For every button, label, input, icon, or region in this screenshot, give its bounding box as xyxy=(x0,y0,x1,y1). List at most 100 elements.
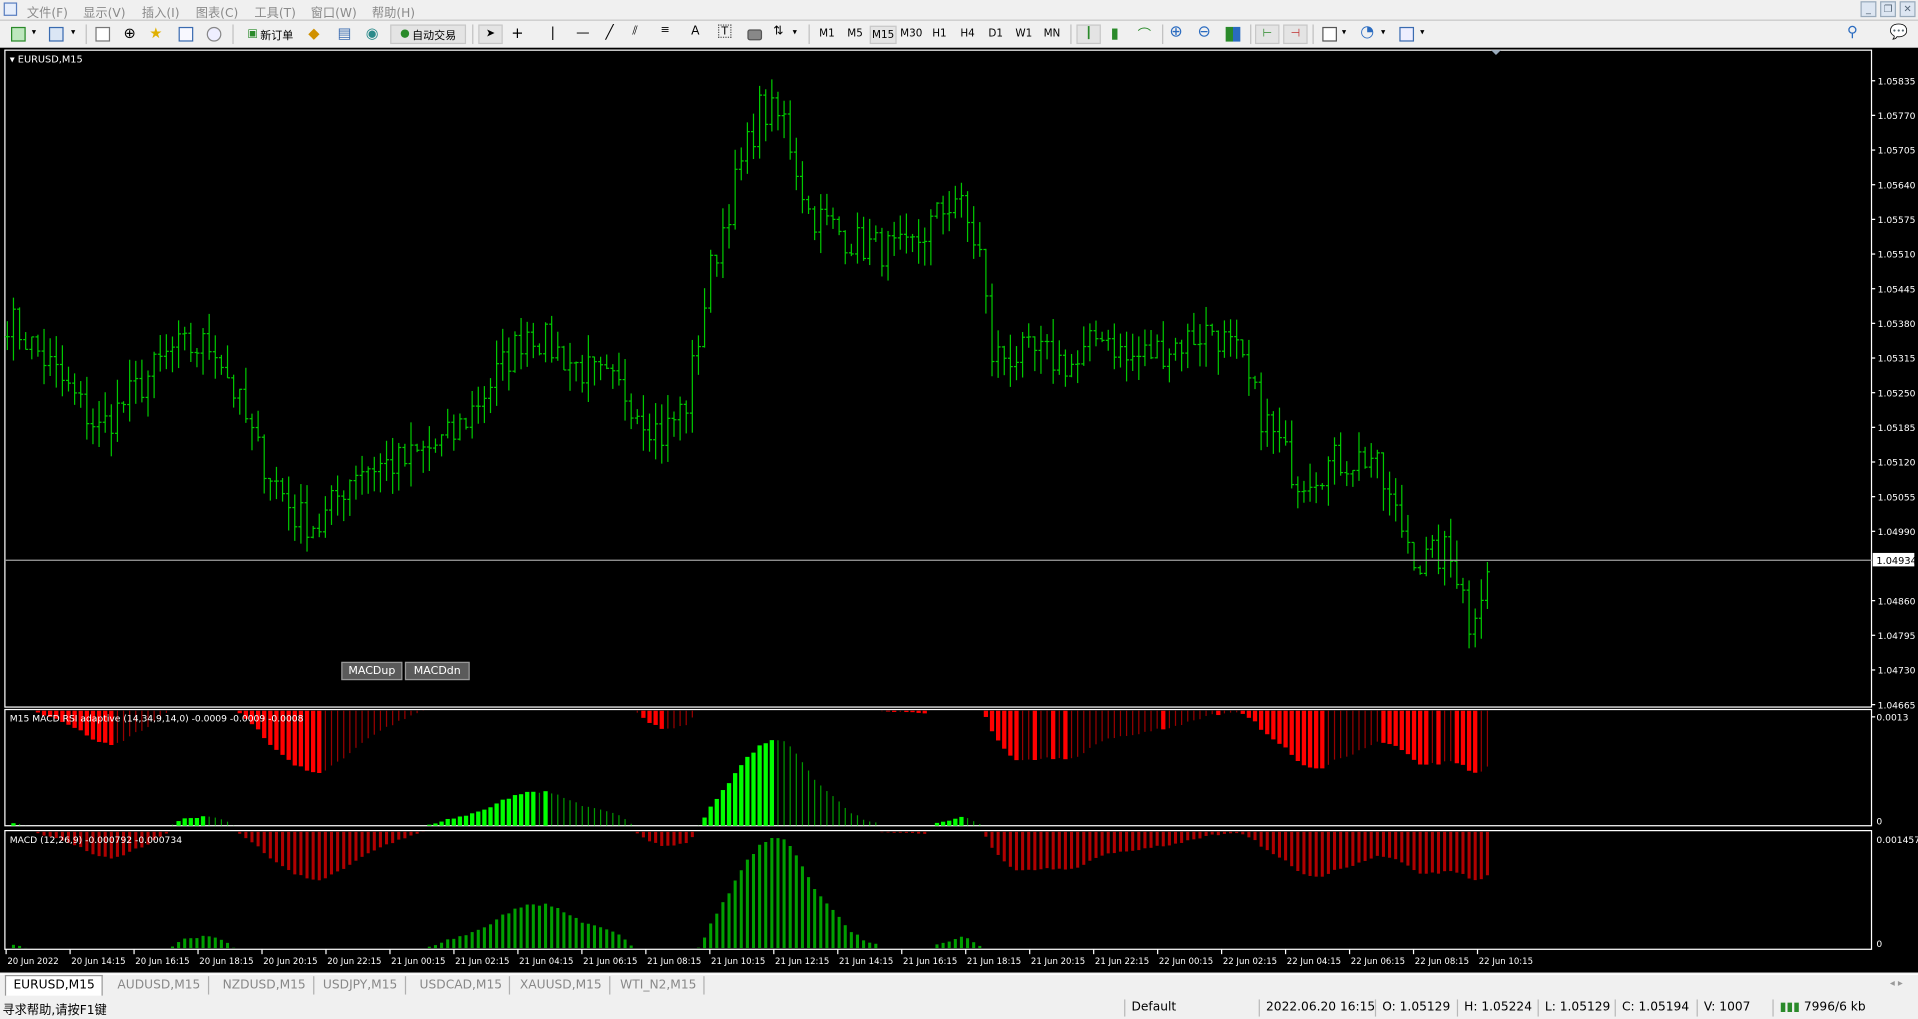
chat-icon[interactable]: 💬 xyxy=(1890,23,1908,40)
status-high: H: 1.05224 xyxy=(1456,999,1532,1017)
status-low: L: 1.05129 xyxy=(1537,999,1610,1017)
dropdown-arrow-icon[interactable]: ▾ xyxy=(71,27,86,42)
timeframe-d1[interactable]: D1 xyxy=(982,26,1009,44)
indicators-button[interactable] xyxy=(1322,26,1337,42)
timeframe-m15[interactable]: M15 xyxy=(869,25,897,45)
cursor-tool[interactable]: ➤ xyxy=(478,24,503,45)
new-order-button[interactable]: ▣ 新订单 xyxy=(240,24,301,44)
price-tick-label: 1.05705 xyxy=(1878,146,1916,157)
timeframe-h4[interactable]: H4 xyxy=(954,26,981,44)
tab-usdcad[interactable]: USDCAD,M15 xyxy=(412,976,511,995)
text-tool[interactable]: A xyxy=(691,24,706,39)
auto-trading-button[interactable]: ● 自动交易 xyxy=(390,24,467,45)
chart-tabs: EURUSD,M15 AUDUSD,M15 NZDUSD,M15 USDJPY,… xyxy=(0,973,1918,996)
dropdown-arrow-icon[interactable]: ▾ xyxy=(32,27,47,42)
navigator-icon[interactable]: ★ xyxy=(149,24,164,41)
time-tick-label: 22 Jun 10:15 xyxy=(1479,957,1533,967)
menu-window[interactable]: 窗口(W) xyxy=(311,2,357,20)
price-tick-label: 1.04730 xyxy=(1878,666,1916,677)
menu-insert[interactable]: 插入(I) xyxy=(142,2,180,20)
metaeditor-icon[interactable]: ◆ xyxy=(308,24,323,41)
periods-button[interactable]: ◔ xyxy=(1360,23,1375,41)
tab-wti[interactable]: WTI_N2,M15 xyxy=(613,976,705,995)
tab-scroll-arrows[interactable]: ◂ ▸ xyxy=(1890,977,1903,988)
macdup-button[interactable]: MACDup xyxy=(341,661,403,681)
dropdown-arrow-icon[interactable]: ▾ xyxy=(1342,27,1357,42)
macddn-button[interactable]: MACDdn xyxy=(404,661,470,681)
crosshair-data-window-icon[interactable]: ⊕ xyxy=(124,24,139,41)
menu-charts[interactable]: 图表(C) xyxy=(196,2,239,20)
terminal-icon[interactable] xyxy=(178,26,194,42)
vertical-line-tool[interactable]: | xyxy=(550,24,565,40)
auto-scroll-button[interactable]: ⊣ xyxy=(1283,24,1308,45)
timeframe-w1[interactable]: W1 xyxy=(1010,26,1037,44)
dropdown-arrow-icon[interactable]: ▾ xyxy=(793,27,808,42)
mailbox-icon[interactable]: ▤ xyxy=(338,24,353,41)
menu-help[interactable]: 帮助(H) xyxy=(372,2,415,20)
market-watch-icon[interactable] xyxy=(95,26,111,42)
time-tick-label: 20 Jun 2022 xyxy=(7,957,58,967)
status-traffic: ▮▮▮ 7996/6 kb xyxy=(1772,999,1866,1017)
timeframe-m30[interactable]: M30 xyxy=(898,26,925,44)
templates-button[interactable] xyxy=(1399,26,1415,42)
tab-usdjpy[interactable]: USDJPY,M15 xyxy=(316,976,406,995)
time-tick-label: 20 Jun 16:15 xyxy=(135,957,189,967)
search-icon[interactable]: ⚲ xyxy=(1847,23,1862,40)
price-tick-label: 1.05120 xyxy=(1878,458,1916,469)
tab-xauusd[interactable]: XAUUSD,M15 xyxy=(513,976,611,995)
zoom-out-button[interactable]: ⊖ xyxy=(1198,23,1213,41)
restore-button[interactable]: ❐ xyxy=(1880,1,1896,18)
chart-shift-marker-icon[interactable] xyxy=(1491,50,1501,56)
equidistant-channel-tool[interactable]: ⫽ xyxy=(632,24,647,39)
tab-audusd[interactable]: AUDUSD,M15 xyxy=(110,976,209,995)
candlestick-chart-button[interactable]: ▮ xyxy=(1111,24,1126,41)
price-tick-label: 1.05640 xyxy=(1878,180,1916,191)
price-tick-label: 1.04990 xyxy=(1878,527,1916,538)
indicator1-max-label: 0.0013 xyxy=(1876,713,1908,724)
dropdown-arrow-icon[interactable]: ▾ xyxy=(1420,27,1435,42)
bar-chart-button[interactable]: ┃ xyxy=(1076,24,1101,45)
horizontal-line-tool[interactable]: — xyxy=(576,24,591,40)
timeframe-h1[interactable]: H1 xyxy=(926,26,953,44)
strategy-tester-icon[interactable] xyxy=(206,26,222,42)
tab-eurusd[interactable]: EURUSD,M15 xyxy=(4,974,104,996)
tab-nzdusd[interactable]: NZDUSD,M15 xyxy=(215,976,315,995)
price-tick-label: 1.05315 xyxy=(1878,354,1916,365)
text-label-tool[interactable]: T xyxy=(718,24,732,38)
chart-symbol: EURUSD,M15 xyxy=(18,54,83,65)
price-tick-label: 1.05445 xyxy=(1878,284,1916,295)
time-tick-label: 20 Jun 20:15 xyxy=(263,957,317,967)
profiles-icon[interactable] xyxy=(48,26,64,42)
new-chart-icon[interactable] xyxy=(11,26,26,42)
main-pane-border xyxy=(4,49,1873,708)
cursor-icon: ➤ xyxy=(485,28,496,41)
dropdown-arrow-icon[interactable]: ▾ xyxy=(1381,27,1396,42)
close-button[interactable]: ✕ xyxy=(1899,1,1916,18)
zoom-in-button[interactable]: ⊕ xyxy=(1169,23,1184,41)
arrows-tool[interactable]: ⇅ xyxy=(773,24,788,39)
timeframe-mn[interactable]: MN xyxy=(1039,26,1066,44)
time-tick-label: 22 Jun 00:15 xyxy=(1159,957,1213,967)
time-tick-label: 21 Jun 04:15 xyxy=(519,957,573,967)
tile-windows-button[interactable] xyxy=(1225,26,1241,42)
minimize-button[interactable]: _ xyxy=(1860,1,1877,18)
rectangle-tool[interactable] xyxy=(747,29,763,41)
menu-tools[interactable]: 工具(T) xyxy=(254,2,295,20)
chart-window[interactable]: 1.05835 1.05770 1.05705 1.05640 1.05575 1.055… xyxy=(0,47,1918,973)
crosshair-tool[interactable]: + xyxy=(511,24,526,41)
time-tick-label: 21 Jun 10:15 xyxy=(711,957,765,967)
menu-file[interactable]: 文件(F) xyxy=(27,2,68,20)
signals-icon[interactable]: ◉ xyxy=(366,24,381,41)
status-close: C: 1.05194 xyxy=(1614,999,1689,1017)
price-chart[interactable]: 1.05835 1.05770 1.05705 1.05640 1.05575 1.055… xyxy=(0,48,1918,973)
menu-bar: 文件(F) 显示(V) 插入(I) 图表(C) 工具(T) 窗口(W) 帮助(H… xyxy=(0,0,1918,21)
chart-shift-button[interactable]: ⊢ xyxy=(1255,24,1280,45)
fibonacci-tool[interactable]: ≡ xyxy=(661,24,676,39)
line-chart-button[interactable]: ⌒ xyxy=(1138,24,1153,43)
time-tick-label: 21 Jun 02:15 xyxy=(455,957,509,967)
menu-view[interactable]: 显示(V) xyxy=(83,2,125,20)
timeframe-m1[interactable]: M1 xyxy=(813,26,840,44)
time-tick-label: 21 Jun 20:15 xyxy=(1031,957,1085,967)
timeframe-m5[interactable]: M5 xyxy=(842,26,869,44)
trendline-tool[interactable]: ╱ xyxy=(605,24,620,40)
